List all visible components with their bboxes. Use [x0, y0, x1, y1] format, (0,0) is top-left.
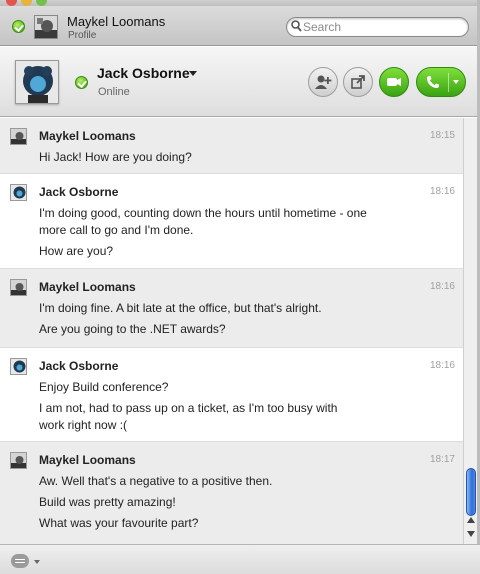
- message-sender[interactable]: Maykel Loomans: [39, 453, 136, 467]
- message-text: work right now :(: [39, 418, 128, 432]
- profile-bar: Maykel Loomans Profile: [0, 6, 480, 46]
- scroll-down-arrow-icon[interactable]: [467, 531, 475, 537]
- search-icon: [291, 20, 302, 35]
- message-sender[interactable]: Jack Osborne: [39, 359, 118, 373]
- message-sender[interactable]: Jack Osborne: [39, 185, 118, 199]
- message-text: Enjoy Build conference?: [39, 380, 169, 394]
- sender-avatar: [10, 128, 27, 145]
- message-item: Maykel Loomans 18:15 Hi Jack! How are yo…: [0, 118, 463, 174]
- sender-avatar: [10, 358, 27, 375]
- emoticon-button[interactable]: [11, 553, 45, 569]
- online-status-icon[interactable]: [12, 20, 25, 33]
- sender-avatar: [10, 452, 27, 469]
- message-sender[interactable]: Maykel Loomans: [39, 129, 136, 143]
- search-box[interactable]: [286, 17, 469, 37]
- sender-avatar: [10, 279, 27, 296]
- message-time: 18:16: [429, 186, 455, 197]
- message-time: 18:17: [429, 454, 455, 465]
- message-item: Maykel Loomans 18:16 I'm doing fine. A b…: [0, 269, 463, 348]
- profile-name[interactable]: Maykel Loomans: [67, 14, 165, 29]
- message-item: Jack Osborne 18:16 Enjoy Build conferenc…: [0, 348, 463, 442]
- message-time: 18:16: [429, 281, 455, 292]
- scrollbar-thumb[interactable]: [466, 468, 476, 516]
- message-composer[interactable]: [0, 544, 480, 574]
- message-text: Aw. Well that's a negative to a positive…: [39, 474, 273, 488]
- message-text: I'm doing fine. A bit late at the office…: [39, 301, 322, 315]
- message-text: more call to go and I'm done.: [39, 223, 194, 237]
- contact-online-icon: [75, 76, 88, 89]
- message-sender[interactable]: Maykel Loomans: [39, 280, 136, 294]
- chat-bubble-icon: [11, 554, 29, 568]
- add-contact-icon: [315, 75, 332, 89]
- message-text: I'm doing good, counting down the hours …: [39, 206, 367, 220]
- share-icon: [351, 75, 365, 89]
- video-call-icon: [387, 78, 401, 86]
- scroll-up-arrow-icon[interactable]: [467, 517, 475, 523]
- message-text: Hi Jack! How are you doing?: [39, 150, 192, 164]
- message-time: 18:15: [429, 130, 455, 141]
- message-text: Are you going to the .NET awards?: [39, 322, 226, 336]
- message-time: 18:16: [429, 360, 455, 371]
- contact-name[interactable]: Jack Osborne: [97, 65, 190, 81]
- contact-header: Jack Osborne Online: [0, 47, 480, 117]
- search-input[interactable]: [303, 19, 463, 35]
- my-avatar-image: [35, 16, 57, 38]
- message-list[interactable]: Maykel Loomans 18:15 Hi Jack! How are yo…: [0, 118, 463, 544]
- contact-avatar[interactable]: [15, 60, 59, 104]
- phone-call-icon: [427, 76, 439, 88]
- contact-status: Online: [98, 86, 130, 98]
- video-call-button[interactable]: [379, 67, 409, 97]
- call-options-chevron-down-icon[interactable]: [453, 80, 459, 84]
- my-avatar[interactable]: [34, 15, 58, 39]
- message-text: What was your favourite part?: [39, 516, 199, 530]
- sender-avatar: [10, 184, 27, 201]
- share-button[interactable]: [343, 67, 373, 97]
- message-item: Jack Osborne 18:16 I'm doing good, count…: [0, 174, 463, 269]
- add-people-button[interactable]: [308, 67, 338, 97]
- message-text: I am not, had to pass up on a ticket, as…: [39, 401, 338, 415]
- call-button[interactable]: [416, 67, 466, 97]
- message-scrollbar[interactable]: [463, 118, 477, 544]
- chevron-down-icon: [34, 560, 40, 564]
- message-text: How are you?: [39, 244, 114, 258]
- profile-subtitle: Profile: [68, 30, 97, 41]
- call-button-divider: [448, 73, 449, 92]
- message-text: Build was pretty amazing!: [39, 495, 176, 509]
- message-item: Maykel Loomans 18:17 Aw. Well that's a n…: [0, 442, 463, 544]
- contact-menu-chevron-down-icon[interactable]: [189, 71, 197, 76]
- contact-avatar-image: [16, 61, 58, 103]
